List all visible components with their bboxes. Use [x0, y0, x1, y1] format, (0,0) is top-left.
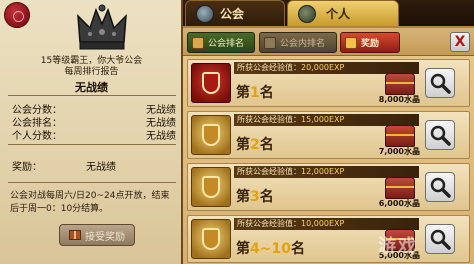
accept-reward-button[interactable]: 接受奖励: [59, 224, 135, 246]
view-details-button[interactable]: [425, 68, 455, 98]
exp-label: 所获公会经验值：: [237, 219, 301, 228]
exp-value: 15,000EXP: [301, 115, 345, 124]
rank-badge-icon: [191, 115, 231, 155]
rank-suffix: 名: [259, 137, 274, 153]
subtab-inner-rank[interactable]: 公会内排名: [259, 32, 337, 53]
tab-personal-label: 个人: [326, 7, 351, 21]
exp-value: 20,000EXP: [301, 63, 345, 72]
crystal-reward: 6,000水晶: [378, 199, 420, 208]
rank-suffix: 名: [290, 241, 305, 257]
subtab-guild-rank-label: 公会排名: [208, 39, 245, 49]
settlement-note: 公会对战每周六/日20~24点开放，结束后于周一0：10分结算。: [10, 191, 170, 214]
tab-bar: 公会 个人: [183, 0, 474, 26]
list-item: 所获公会经验值：12,000EXP 第3名 6,000水晶: [187, 163, 470, 211]
exp-label: 所获公会经验值：: [237, 167, 301, 176]
rank-number: 3: [250, 189, 260, 205]
subtab-inner-rank-label: 公会内排名: [280, 39, 326, 49]
wax-seal-icon: [4, 2, 30, 28]
magnifier-icon: [430, 177, 451, 198]
close-icon: X: [454, 34, 466, 50]
guild-score-row: 公会分数： 无战绩: [12, 101, 176, 116]
helmet-icon: [298, 4, 316, 23]
shield-icon: [202, 72, 220, 94]
rank-text: 第3名: [236, 186, 274, 206]
view-details-button[interactable]: [425, 172, 455, 202]
shield-icon: [202, 176, 220, 198]
reward-value: 无战绩: [86, 162, 116, 173]
tab-guild-label: 公会: [220, 7, 245, 21]
rank-text: 第1名: [236, 82, 274, 102]
rank-prefix: 第: [236, 85, 250, 101]
rank-badge-icon: [191, 219, 231, 259]
treasure-chest-icon: [385, 125, 415, 147]
shield-icon: [202, 228, 220, 250]
sub-tab-bar: 公会排名 公会内排名 奖励 X: [183, 28, 474, 56]
shield-icon: [202, 124, 220, 146]
crystal-reward: 7,000水晶: [378, 147, 420, 156]
rank-badge-icon: [191, 167, 231, 207]
rank-text: 第4~10名: [236, 238, 305, 258]
crown-icon: [77, 4, 127, 50]
list-item: 所获公会经验值：20,000EXP 第1名 8,000水晶: [187, 59, 470, 107]
guild-ranking-panel: 公会 个人 公会排名 公会内排名 奖励 X 所获公会经验值：20,000EXP …: [183, 0, 474, 264]
list-item: 所获公会经验值：15,000EXP 第2名 7,000水晶: [187, 111, 470, 159]
weekly-report-panel: 15等级霸王，你大爷公会 每周排行报告 无战绩 公会分数： 无战绩 公会排名： …: [0, 0, 183, 264]
subtab-reward-label: 奖励: [361, 39, 380, 49]
rank-suffix: 名: [259, 85, 274, 101]
divider: [8, 144, 176, 145]
exp-value: 12,000EXP: [301, 167, 345, 176]
crystal-reward: 8,000水晶: [378, 95, 420, 104]
exp-label: 所获公会经验值：: [237, 115, 301, 124]
rank-prefix: 第: [236, 189, 250, 205]
guild-emblem-icon: [196, 4, 214, 23]
treasure-chest-icon: [385, 177, 415, 199]
reward-icon: [345, 36, 357, 49]
rank-suffix: 名: [259, 189, 274, 205]
personal-score-row: 个人分数： 无战绩: [12, 127, 176, 142]
gift-icon: [69, 230, 81, 240]
close-button[interactable]: X: [450, 32, 470, 52]
guild-rank-row: 公会排名： 无战绩: [12, 114, 176, 129]
rank-text: 第2名: [236, 134, 274, 154]
divider: [8, 182, 176, 183]
rank-badge-icon: [191, 63, 231, 103]
no-record-heading: 无战绩: [75, 81, 108, 94]
trophy-icon: [192, 36, 204, 49]
stat-value: 无战绩: [146, 131, 176, 142]
site-watermark: 游戏: [378, 236, 418, 257]
rank-number: 2: [250, 137, 260, 153]
exp-label: 所获公会经验值：: [237, 63, 301, 72]
report-title-line1: 15等级霸王，你大爷公会: [40, 56, 143, 66]
list-icon: [264, 36, 276, 49]
rank-number: 4~10: [250, 241, 291, 257]
ranking-content: 公会排名 公会内排名 奖励 X 所获公会经验值：20,000EXP 第1名 8,…: [183, 26, 474, 264]
magnifier-icon: [430, 125, 451, 146]
magnifier-icon: [430, 73, 451, 94]
subtab-guild-rank[interactable]: 公会排名: [187, 32, 255, 53]
tab-personal[interactable]: 个人: [287, 0, 399, 26]
exp-value: 10,000EXP: [301, 219, 345, 228]
subtab-reward[interactable]: 奖励: [340, 32, 400, 53]
report-title-line2: 每周排行报告: [64, 67, 119, 77]
reward-label: 奖励：: [12, 162, 42, 173]
rank-prefix: 第: [236, 241, 250, 257]
rank-prefix: 第: [236, 137, 250, 153]
view-details-button[interactable]: [425, 120, 455, 150]
treasure-chest-icon: [385, 73, 415, 95]
tab-guild[interactable]: 公会: [185, 0, 285, 26]
accept-reward-label: 接受奖励: [85, 231, 125, 243]
rank-number: 1: [250, 85, 260, 101]
stat-label: 个人分数：: [12, 131, 62, 142]
divider: [8, 95, 176, 96]
